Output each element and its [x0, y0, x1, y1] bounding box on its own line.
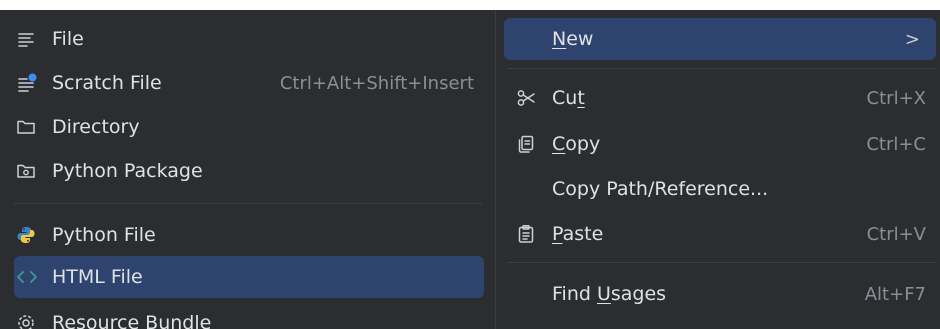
menu-item-label: Find Usages	[552, 283, 667, 305]
submenu-item-html-file[interactable]: HTML File	[14, 256, 484, 298]
package-folder-icon	[16, 161, 52, 181]
submenu-item-label: HTML File	[52, 266, 143, 288]
submenu-item-label: File	[52, 28, 84, 50]
menu-separator	[14, 203, 482, 204]
shortcut-label: Ctrl+Alt+Shift+Insert	[279, 72, 474, 94]
submenu-item-label: Resource Bundle	[52, 312, 212, 329]
submenu-item-label: Python Package	[52, 160, 203, 182]
new-submenu: File Scratch File Ctrl+Alt+Shift+Insert …	[0, 10, 496, 329]
chevron-right-icon: >	[904, 28, 920, 50]
html-icon	[16, 267, 52, 287]
menu-item-label: New	[552, 28, 594, 50]
menu-item-label: Cut	[552, 87, 585, 109]
submenu-item-label: Scratch File	[52, 72, 162, 94]
menu-item-label: Copy Path/Reference...	[552, 178, 769, 200]
submenu-item-scratch-file[interactable]: Scratch File Ctrl+Alt+Shift+Insert	[14, 62, 484, 104]
submenu-item-label: Directory	[52, 116, 140, 138]
menu-item-label: Paste	[552, 223, 604, 245]
context-menu: New > Cut Ctrl+X Copy Ctrl+C Copy Path/R…	[496, 10, 940, 329]
submenu-item-python-package[interactable]: Python Package	[14, 150, 484, 192]
text-file-icon	[16, 29, 52, 49]
scratch-file-icon	[16, 73, 52, 93]
folder-icon	[16, 117, 52, 137]
copy-icon	[516, 134, 552, 154]
shortcut-label: Ctrl+C	[866, 133, 926, 155]
shortcut-label: Ctrl+V	[866, 223, 926, 245]
menu-separator	[508, 262, 936, 263]
python-icon	[16, 225, 52, 245]
submenu-item-file[interactable]: File	[14, 18, 484, 60]
menu-item-label: Copy	[552, 133, 601, 155]
submenu-item-python-file[interactable]: Python File	[14, 214, 484, 256]
clipboard-icon	[516, 224, 552, 244]
menu-separator	[508, 68, 936, 69]
menu-item-copy-path-reference[interactable]: Copy Path/Reference...	[504, 168, 936, 210]
menu-item-copy[interactable]: Copy Ctrl+C	[504, 123, 936, 165]
scissors-icon	[516, 88, 552, 108]
menu-item-new[interactable]: New >	[504, 18, 936, 60]
menu-item-paste[interactable]: Paste Ctrl+V	[504, 213, 936, 255]
resource-bundle-icon	[16, 313, 52, 329]
submenu-item-label: Python File	[52, 224, 156, 246]
menu-item-cut[interactable]: Cut Ctrl+X	[504, 77, 936, 119]
submenu-item-directory[interactable]: Directory	[14, 106, 484, 148]
shortcut-label: Ctrl+X	[866, 87, 926, 109]
menu-item-find-usages[interactable]: Find Usages Alt+F7	[504, 273, 936, 315]
shortcut-label: Alt+F7	[864, 283, 926, 305]
submenu-item-resource-bundle[interactable]: Resource Bundle	[14, 302, 484, 329]
